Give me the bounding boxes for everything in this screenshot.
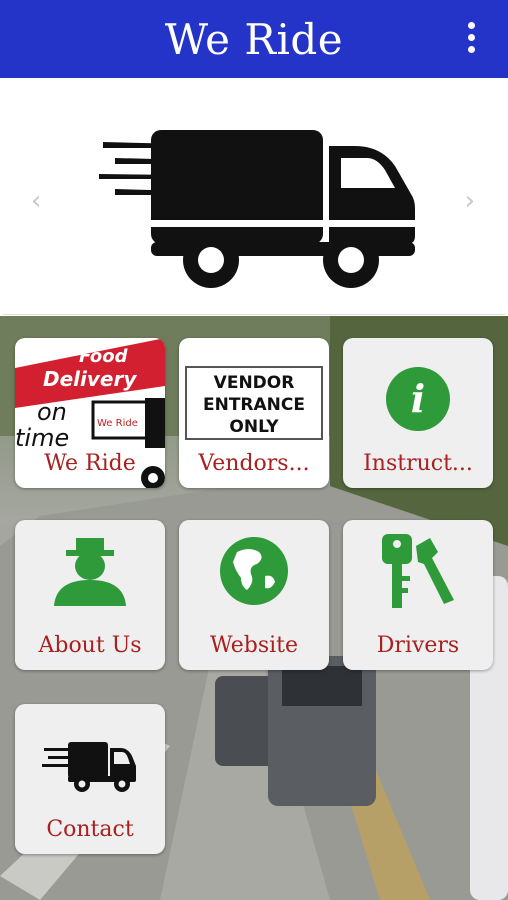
globe-icon <box>220 537 288 605</box>
tile-label: Instruct... <box>363 451 473 476</box>
person-icon <box>54 538 126 606</box>
keys-icon <box>382 534 454 608</box>
delivery-truck-icon <box>42 742 136 792</box>
tile-website[interactable]: Website <box>179 520 329 670</box>
time-text: time <box>15 424 69 452</box>
on-text: on <box>37 398 67 426</box>
info-icon: i <box>386 367 450 431</box>
tile-about-us[interactable]: About Us <box>15 520 165 670</box>
banner-carousel[interactable]: ‹ › <box>3 82 505 315</box>
sign-line-2: ENTRANCE <box>203 395 305 415</box>
app-bar: We Ride <box>0 0 508 78</box>
app-title: We Ride <box>164 14 344 64</box>
tile-vendors[interactable]: VENDOR ENTRANCE ONLY Vendors... <box>179 338 329 488</box>
tile-drivers[interactable]: Drivers <box>343 520 493 670</box>
tile-label: Website <box>209 633 299 658</box>
vendor-entrance-sign: VENDOR ENTRANCE ONLY <box>185 366 323 440</box>
truck-text: We Ride <box>97 418 138 429</box>
sign-line-3: ONLY <box>229 417 279 437</box>
sign-line-1: VENDOR <box>213 373 295 393</box>
tile-contact[interactable]: Contact <box>15 704 165 854</box>
tile-label: Drivers <box>376 633 460 658</box>
delivery-truck-icon <box>99 130 415 288</box>
delivery-text: Delivery <box>43 367 137 391</box>
tile-we-ride[interactable]: Food Delivery on time We Ride We Ride <box>15 338 165 488</box>
tile-label: About Us <box>38 633 142 658</box>
tile-label: We Ride <box>44 451 136 476</box>
tile-label: Contact <box>46 817 134 842</box>
info-letter: i <box>411 376 425 421</box>
tile-instructions[interactable]: i Instruct... <box>343 338 493 488</box>
food-text: Food <box>79 346 129 367</box>
tile-label: Vendors... <box>198 451 310 476</box>
more-vert-icon[interactable] <box>464 22 478 58</box>
